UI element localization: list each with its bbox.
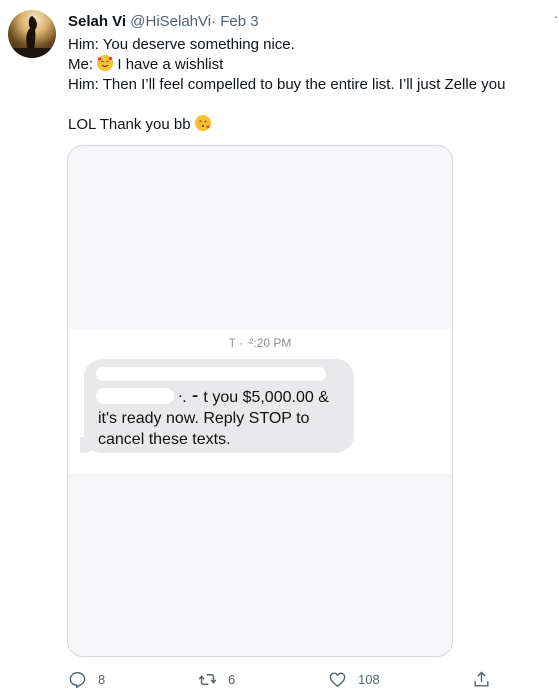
message-bubble: ᐧ. ⁃ t you $5,000.00 & it's ready now. R… (80, 359, 354, 453)
profile-photo (8, 16, 56, 58)
retweet-count: 6 (228, 671, 236, 687)
redaction-scribble (96, 388, 174, 404)
user-handle[interactable]: @HiSelahVi (130, 13, 211, 30)
tweet-line-1: Him: You deserve something nice. (68, 36, 295, 53)
heart-icon (329, 671, 346, 687)
tweet-line-4-text: LOL Thank you bb (68, 116, 191, 133)
bubble-tail (80, 437, 98, 453)
redaction-scribble (96, 367, 326, 381)
retweet-icon (198, 673, 217, 685)
attached-screenshot[interactable]: T · ᐧ²:20 PM ᐧ. ⁃ t you $5,000.00 & it's… (67, 145, 453, 657)
message-line-3: cancel these texts. (98, 431, 231, 448)
avatar[interactable] (8, 10, 56, 58)
message-line-2: it's ready now. Reply STOP to (98, 410, 310, 427)
tweet-actions: 8 6 108 (68, 668, 498, 690)
retweet-button[interactable]: 6 (198, 668, 235, 690)
tweet-line-2: Me: I have a wishlist (68, 55, 548, 75)
face-blowing-kiss-icon (194, 115, 211, 131)
more-options-icon[interactable]: · (551, 8, 559, 24)
share-button[interactable] (472, 668, 491, 690)
like-button[interactable]: 108 (328, 668, 380, 690)
tweet-line-2-text: I have a wishlist (117, 56, 224, 73)
tweet-text: Him: You deserve something nice. Me: I h… (68, 35, 548, 135)
share-icon (474, 670, 489, 687)
reply-button[interactable]: 8 (68, 668, 105, 690)
tweet-date[interactable]: Feb 3 (220, 13, 258, 30)
tweet-line-4: LOL Thank you bb (68, 115, 548, 135)
message-timestamp: T · ᐧ²:20 PM (228, 336, 292, 350)
like-count: 108 (358, 671, 380, 687)
display-name[interactable]: Selah Vi (68, 13, 126, 30)
reply-count: 8 (98, 671, 106, 687)
smiling-face-with-hearts-icon (97, 55, 114, 71)
separator-dot: · (211, 13, 217, 30)
reply-icon (69, 671, 86, 688)
me-prefix: Me: (68, 56, 94, 73)
tweet-header: Selah Vi @HiSelahVi· Feb 3 (68, 12, 259, 32)
tweet-line-3: Him: Then I’ll feel compelled to buy the… (68, 76, 506, 93)
